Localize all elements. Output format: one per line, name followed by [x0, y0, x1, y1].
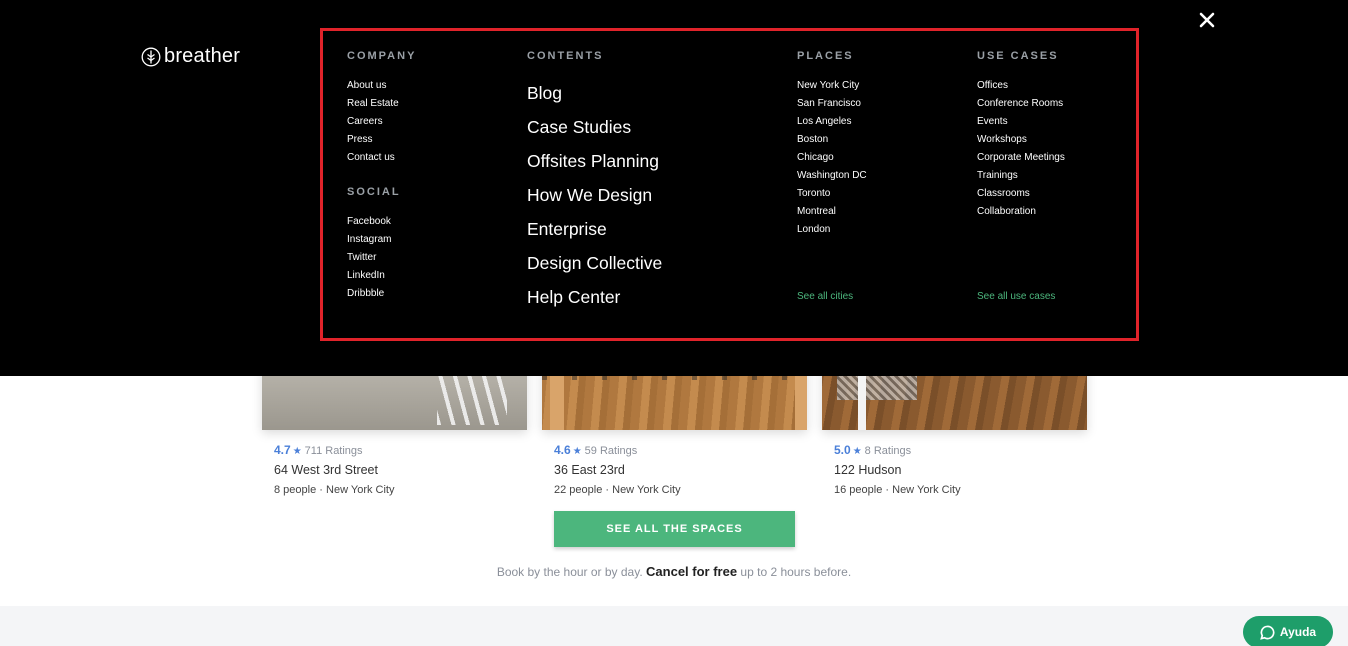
rating-value: 4.6	[554, 443, 571, 457]
company-links: About us Real Estate Careers Press Conta…	[347, 77, 517, 167]
rating: 4.7 ★ 711 Ratings	[274, 442, 515, 458]
menu-link-events[interactable]: Events	[977, 113, 1137, 131]
menu-link-case-studies[interactable]: Case Studies	[527, 110, 787, 144]
people-count: 16 people	[834, 484, 883, 496]
help-label: Ayuda	[1279, 625, 1317, 639]
menu-link-facebook[interactable]: Facebook	[347, 213, 517, 231]
separator: ·	[319, 484, 323, 496]
space-address[interactable]: 64 West 3rd Street	[274, 462, 515, 478]
menu-link-collaboration[interactable]: Collaboration	[977, 203, 1137, 221]
menu-link-boston[interactable]: Boston	[797, 131, 967, 149]
space-capacity: 16 people · New York City	[834, 483, 1075, 497]
space-capacity: 8 people · New York City	[274, 483, 515, 497]
menu-link-blog[interactable]: Blog	[527, 76, 787, 110]
menu-link-los-angeles[interactable]: Los Angeles	[797, 113, 967, 131]
booking-note-prefix: Book by the hour or by day.	[496, 565, 643, 579]
separator: ·	[605, 484, 610, 496]
menu-link-dribbble[interactable]: Dribbble	[347, 285, 517, 303]
space-info: 4.7 ★ 711 Ratings 64 West 3rd Street 8 peo…	[262, 430, 527, 497]
places-heading: PLACES	[797, 50, 854, 62]
page: 4.7 ★ 711 Ratings 64 West 3rd Street 8 peo…	[0, 0, 1348, 646]
rating-value: 4.7	[274, 443, 291, 457]
star-icon: ★	[852, 446, 862, 457]
see-all-spaces-button[interactable]: SEE ALL THE SPACES	[554, 511, 795, 547]
people-count: 22 people	[554, 484, 603, 496]
space-city: New York City	[612, 484, 681, 496]
rating: 4.6 ★ 59 Ratings	[554, 442, 795, 458]
menu-link-linkedin[interactable]: LinkedIn	[347, 267, 517, 285]
star-icon: ★	[572, 446, 582, 457]
menu-link-contact-us[interactable]: Contact us	[347, 149, 517, 167]
ratings-count: 59 Ratings	[584, 445, 638, 457]
menu-link-how-we-design[interactable]: How We Design	[527, 178, 787, 212]
menu-link-about-us[interactable]: About us	[347, 77, 517, 95]
menu-link-toronto[interactable]: Toronto	[797, 185, 967, 203]
people-count: 8 people	[274, 484, 317, 496]
menu-link-real-estate[interactable]: Real Estate	[347, 95, 517, 113]
places-links: New York City San Francisco Los Angeles …	[797, 77, 967, 239]
space-address[interactable]: 122 Hudson	[834, 462, 1075, 478]
footer-band	[0, 606, 1348, 646]
menu-link-classrooms[interactable]: Classrooms	[977, 185, 1137, 203]
space-info: 4.6 ★ 59 Ratings 36 East 23rd 22 people · …	[542, 430, 807, 497]
separator: ·	[885, 484, 890, 496]
rating: 5.0 ★ 8 Ratings	[834, 442, 1075, 458]
see-all-use-cases-link[interactable]: See all use cases	[977, 290, 1055, 304]
menu-link-instagram[interactable]: Instagram	[347, 231, 517, 249]
use-cases-column: USE CASES Offices Conference Rooms Event…	[977, 48, 1137, 221]
space-city: New York City	[892, 484, 961, 496]
menu-link-offsites-planning[interactable]: Offsites Planning	[527, 144, 787, 178]
menu-link-london[interactable]: London	[797, 221, 967, 239]
star-icon: ★	[292, 446, 302, 457]
menu-link-twitter[interactable]: Twitter	[347, 249, 517, 267]
menu-link-san-francisco[interactable]: San Francisco	[797, 95, 967, 113]
use-cases-links: Offices Conference Rooms Events Workshop…	[977, 77, 1137, 221]
menu-link-design-collective[interactable]: Design Collective	[527, 246, 787, 280]
menu-link-workshops[interactable]: Workshops	[977, 131, 1137, 149]
company-heading: COMPANY	[347, 50, 417, 62]
booking-note-bold: Cancel for free	[646, 564, 738, 579]
breather-logo-icon	[141, 47, 161, 66]
see-all-cities-link[interactable]: See all cities	[797, 290, 853, 304]
places-column: PLACES New York City San Francisco Los A…	[797, 48, 967, 239]
menu-link-corporate-meetings[interactable]: Corporate Meetings	[977, 149, 1137, 167]
space-address[interactable]: 36 East 23rd	[554, 462, 795, 478]
space-info: 5.0 ★ 8 Ratings 122 Hudson 16 people · New…	[822, 430, 1087, 497]
logo-text: breather	[164, 45, 241, 67]
booking-note: Book by the hour or by day. Cancel for f…	[0, 564, 1348, 579]
space-capacity: 22 people · New York City	[554, 483, 795, 497]
menu-link-help-center[interactable]: Help Center	[527, 280, 787, 314]
menu-link-careers[interactable]: Careers	[347, 113, 517, 131]
ratings-count: 8 Ratings	[864, 445, 912, 457]
menu-link-chicago[interactable]: Chicago	[797, 149, 967, 167]
chat-bubble-icon	[1260, 625, 1275, 640]
social-heading: SOCIAL	[347, 186, 401, 198]
contents-column: CONTENTS Blog Case Studies Offsites Plan…	[527, 48, 787, 314]
social-links: Facebook Instagram Twitter LinkedIn Drib…	[347, 213, 517, 303]
menu-link-montreal[interactable]: Montreal	[797, 203, 967, 221]
menu-link-new-york-city[interactable]: New York City	[797, 77, 967, 95]
contents-links: Blog Case Studies Offsites Planning How …	[527, 76, 787, 314]
use-cases-heading: USE CASES	[977, 50, 1059, 62]
company-column: COMPANY About us Real Estate Careers Pre…	[347, 48, 517, 303]
menu-link-press[interactable]: Press	[347, 131, 517, 149]
contents-heading: CONTENTS	[527, 50, 604, 62]
nav-overlay: breather COMPANY About us Real Estate Ca…	[0, 0, 1348, 376]
menu-link-trainings[interactable]: Trainings	[977, 167, 1137, 185]
ratings-count: 711 Ratings	[304, 445, 363, 457]
help-button[interactable]: Ayuda	[1243, 616, 1333, 646]
rating-value: 5.0	[834, 443, 851, 457]
close-button[interactable]	[1198, 11, 1216, 29]
booking-note-suffix: up to 2 hours before.	[740, 565, 852, 579]
menu-link-conference-rooms[interactable]: Conference Rooms	[977, 95, 1137, 113]
menu-link-offices[interactable]: Offices	[977, 77, 1137, 95]
close-icon	[1199, 12, 1215, 28]
menu-link-enterprise[interactable]: Enterprise	[527, 212, 787, 246]
menu-link-washington-dc[interactable]: Washington DC	[797, 167, 967, 185]
menu-panel: COMPANY About us Real Estate Careers Pre…	[320, 28, 1139, 341]
space-city: New York City	[326, 484, 395, 496]
breather-logo[interactable]: breather	[141, 45, 240, 68]
